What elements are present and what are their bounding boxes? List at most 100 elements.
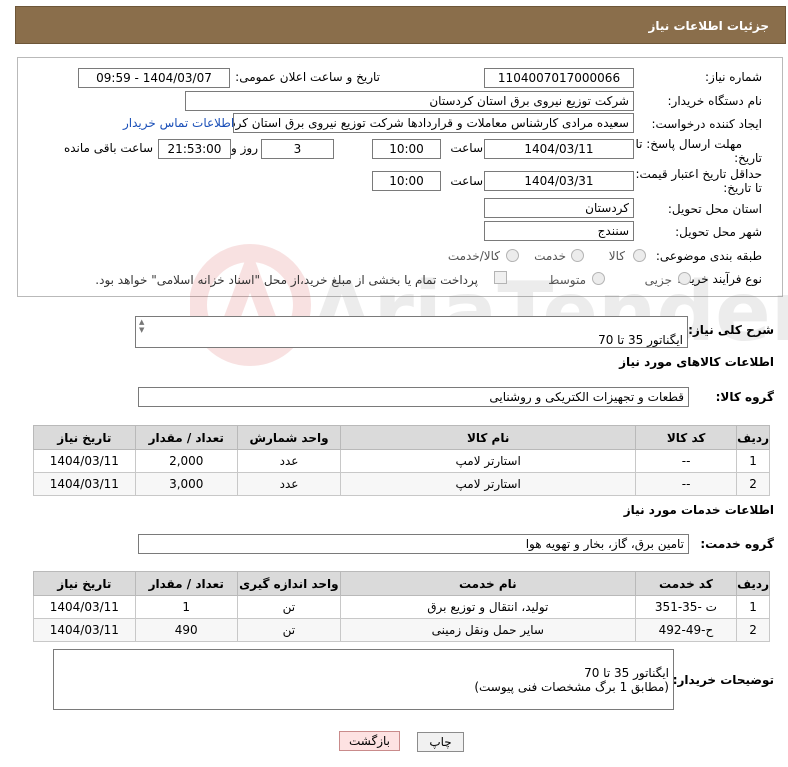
col-row: ردیف (736, 571, 770, 596)
category-goods-radio[interactable] (633, 249, 646, 262)
treasury-payment-note: پرداخت تمام یا بخشی از مبلغ خرید،از محل … (95, 273, 478, 287)
price-validity-time-label: ساعت (450, 174, 483, 188)
cell-date: 1404/03/11 (33, 449, 136, 473)
deadline-label-date: تاریخ: (734, 151, 762, 165)
col-need-date: تاریخ نیاز (33, 571, 136, 596)
goods-table: ردیف کد کالا نام کالا واحد شمارش تعداد /… (33, 425, 770, 496)
cell-row: 1 (736, 449, 770, 473)
services-table: ردیف کد خدمت نام خدمت واحد اندازه گیری ت… (33, 571, 770, 642)
services-section-title: اطلاعات خدمات مورد نیاز (623, 503, 774, 517)
cell-name: سایر حمل ونقل زمینی (339, 618, 636, 642)
col-goods-name: نام کالا (340, 425, 637, 450)
goods-group-label: گروه کالا: (715, 390, 774, 404)
cell-name: استارتر لامپ (340, 449, 637, 473)
province-label: استان محل تحویل: (667, 202, 762, 216)
table-row[interactable]: 1 ت -35-351 تولید، انتقال و توزیع برق تن… (33, 595, 770, 619)
city-field[interactable]: سنندج (484, 221, 634, 241)
buyer-contact-link[interactable]: اطلاعات تماس خریدار (123, 116, 234, 130)
cell-quantity: 3,000 (134, 472, 238, 496)
cell-code: ح-49-492 (634, 618, 738, 642)
table-row[interactable]: 2 ح-49-492 سایر حمل ونقل زمینی تن 490 14… (33, 618, 770, 642)
description-text: ایگناتور 35 تا 70 (مطابق 1 برگ مشخصات فن… (598, 333, 683, 347)
col-goods-code: کد کالا (635, 425, 738, 450)
buyer-notes-textarea[interactable]: ایگناتور 35 تا 70 (مطابق 1 برگ مشخصات فن… (53, 649, 674, 710)
days-field[interactable]: 3 (261, 139, 334, 159)
remaining-time-field[interactable]: 21:53:00 (158, 139, 231, 159)
page-title: جزئیات اطلاعات نیاز (15, 6, 786, 44)
goods-group-field[interactable]: قطعات و تجهیزات الکتریکی و روشنایی (138, 387, 689, 407)
deadline-label: مهلت ارسال پاسخ: تا (635, 137, 742, 151)
services-group-field[interactable]: تامین برق، گاز، بخار و تهویه هوا (138, 534, 689, 554)
cell-row: 1 (736, 595, 770, 619)
deadline-time-label: ساعت (450, 141, 483, 155)
col-quantity: تعداد / مقدار (134, 425, 238, 450)
province-field[interactable]: کردستان (484, 198, 634, 218)
col-row: ردیف (736, 425, 770, 450)
category-goods-service-radio[interactable] (506, 249, 519, 262)
print-button[interactable]: چاپ (417, 732, 464, 752)
col-need-date: تاریخ نیاز (33, 425, 136, 450)
deadline-date-field[interactable]: 1404/03/11 (484, 139, 634, 159)
process-medium-radio[interactable] (592, 272, 605, 285)
process-small-label: جزیی (644, 273, 672, 287)
col-service-name: نام خدمت (339, 571, 636, 596)
buyer-notes-text: ایگناتور 35 تا 70 (مطابق 1 برگ مشخصات فن… (474, 666, 669, 694)
cell-unit: تن (236, 618, 341, 642)
deadline-time-field[interactable]: 10:00 (372, 139, 441, 159)
remaining-label: ساعت باقی مانده (63, 141, 153, 155)
cell-name: استارتر لامپ (340, 472, 637, 496)
table-row[interactable]: 2 -- استارتر لامپ عدد 3,000 1404/03/11 (33, 472, 770, 496)
category-goods-service-label: کالا/خدمت (447, 249, 500, 263)
price-validity-date-field[interactable]: 1404/03/31 (484, 171, 634, 191)
price-validity-time-field[interactable]: 10:00 (372, 171, 441, 191)
cell-code: ت -35-351 (634, 595, 738, 619)
cell-quantity: 1 (134, 595, 238, 619)
table-row[interactable]: 1 -- استارتر لامپ عدد 2,000 1404/03/11 (33, 449, 770, 473)
cell-code: -- (635, 472, 738, 496)
scroll-arrows-icon[interactable]: ▲ ▼ (139, 318, 149, 334)
buyer-notes-label: توضیحات خریدار: (672, 673, 774, 687)
description-label: شرح کلی نیاز: (688, 323, 774, 337)
buyer-org-label: نام دستگاه خریدار: (667, 94, 763, 108)
cell-row: 2 (736, 472, 770, 496)
creator-field[interactable]: سعیده مرادی کارشناس معاملات و قراردادها … (233, 113, 634, 133)
col-unit: واحد اندازه گیری (236, 571, 341, 596)
price-validity-label-date: تا تاریخ: (723, 181, 762, 195)
price-validity-label: حداقل تاریخ اعتبار قیمت: (635, 167, 762, 181)
need-number-field[interactable]: 1104007017000066 (484, 68, 634, 88)
buyer-org-field[interactable]: شرکت توزیع نیروی برق استان کردستان (185, 91, 634, 111)
cell-date: 1404/03/11 (33, 595, 136, 619)
category-goods-label: کالا (608, 249, 625, 263)
category-label: طبقه بندی موضوعی: (655, 249, 762, 263)
cell-quantity: 490 (134, 618, 238, 642)
cell-unit: عدد (236, 449, 342, 473)
announce-datetime-field[interactable]: 1404/03/07 - 09:59 (78, 68, 230, 88)
goods-table-header: ردیف کد کالا نام کالا واحد شمارش تعداد /… (33, 425, 770, 450)
treasury-payment-checkbox[interactable] (494, 271, 507, 284)
creator-label: ایجاد کننده درخواست: (651, 117, 762, 131)
col-quantity: تعداد / مقدار (134, 571, 238, 596)
description-textarea[interactable]: ایگناتور 35 تا 70 (مطابق 1 برگ مشخصات فن… (135, 316, 688, 348)
cell-name: تولید، انتقال و توزیع برق (339, 595, 636, 619)
cell-date: 1404/03/11 (33, 618, 136, 642)
cell-row: 2 (736, 618, 770, 642)
services-table-header: ردیف کد خدمت نام خدمت واحد اندازه گیری ت… (33, 571, 770, 596)
cell-unit: عدد (236, 472, 342, 496)
col-service-code: کد خدمت (634, 571, 738, 596)
days-label: روز و (231, 141, 258, 155)
category-service-radio[interactable] (571, 249, 584, 262)
city-label: شهر محل تحویل: (675, 225, 762, 239)
category-service-label: خدمت (534, 249, 566, 263)
col-unit: واحد شمارش (236, 425, 342, 450)
services-group-label: گروه خدمت: (700, 537, 774, 551)
cell-date: 1404/03/11 (33, 472, 136, 496)
goods-section-title: اطلاعات کالاهای مورد نیاز (619, 355, 774, 369)
need-number-label: شماره نیاز: (705, 70, 762, 84)
cell-code: -- (635, 449, 738, 473)
process-small-radio[interactable] (678, 272, 691, 285)
process-medium-label: متوسط (548, 273, 586, 287)
announce-label: تاریخ و ساعت اعلان عمومی: (235, 70, 380, 84)
cell-quantity: 2,000 (134, 449, 238, 473)
cell-unit: تن (236, 595, 341, 619)
back-button[interactable]: بازگشت (339, 731, 400, 751)
